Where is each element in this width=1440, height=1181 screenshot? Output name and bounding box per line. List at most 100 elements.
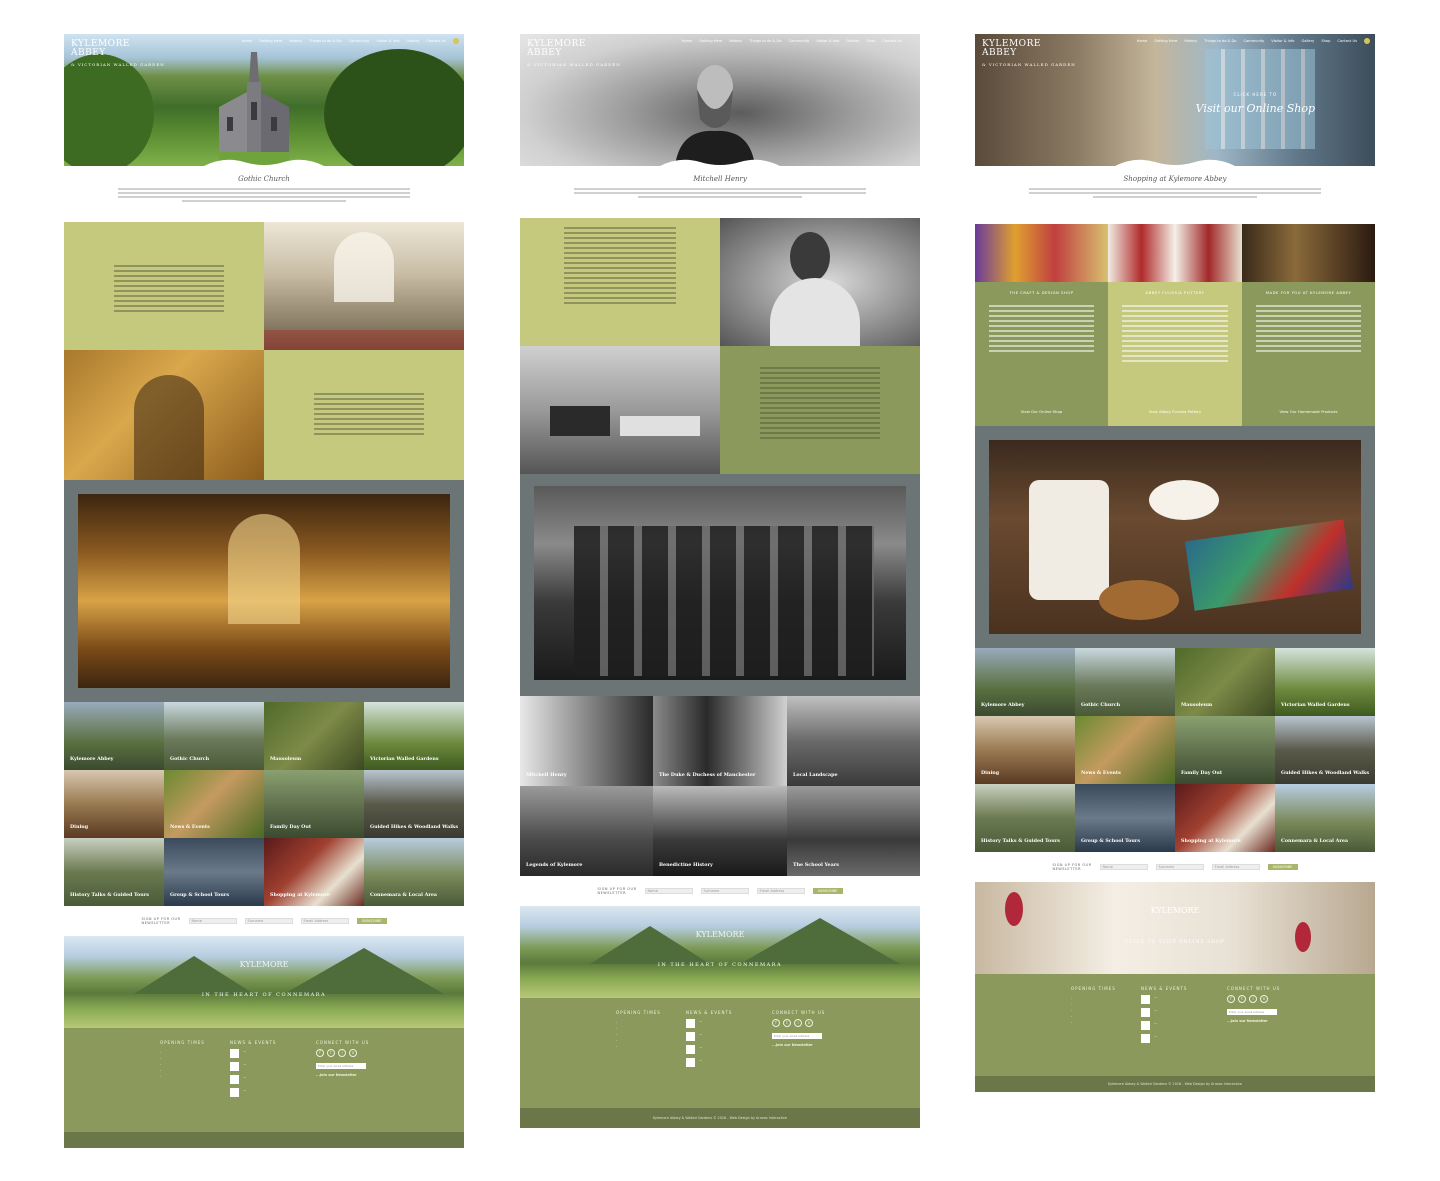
link-tile[interactable]: Dining	[975, 716, 1075, 784]
newsletter-email-input[interactable]: Email Address	[1211, 864, 1260, 870]
news-item[interactable]: —	[1141, 1008, 1221, 1017]
nav-item[interactable]: Community	[349, 39, 370, 43]
nav-item[interactable]: Things to do & Do	[1204, 39, 1236, 43]
nav-item[interactable]: Getting Here	[699, 39, 722, 43]
link-tile[interactable]: Family Day Out	[264, 770, 364, 838]
subscribe-button[interactable]: SUBSCRIBE	[356, 918, 387, 924]
link-tile[interactable]: Kylemore Abbey	[64, 702, 164, 770]
twitter-icon[interactable]: t	[1238, 995, 1246, 1003]
link-tile[interactable]: Mausoleum	[1175, 648, 1275, 716]
link-tile[interactable]: Legends of Kylemore	[520, 786, 653, 876]
nav-item[interactable]: Getting Here	[1154, 39, 1177, 43]
news-item[interactable]: —	[1141, 1034, 1221, 1043]
link-tile[interactable]: Mitchell Henry	[520, 696, 653, 786]
link-tile[interactable]: Kylemore Abbey	[975, 648, 1075, 716]
brand-logo[interactable]: KYLEMORE ABBEY & VICTORIAN WALLED GARDEN	[982, 40, 1076, 69]
link-tile[interactable]: Local Landscape	[787, 696, 920, 786]
link-tile[interactable]: Benedictine History	[653, 786, 787, 876]
link-tile[interactable]: The Duke & Duchess of Manchester	[653, 696, 787, 786]
newsletter-email-input[interactable]: Email Address	[756, 888, 805, 894]
link-tile[interactable]: Mausoleum	[264, 702, 364, 770]
instagram-icon[interactable]: i	[1249, 995, 1257, 1003]
nav-item[interactable]: Home	[242, 39, 253, 43]
link-tile[interactable]: Shopping at Kylemore	[1175, 784, 1275, 852]
news-item[interactable]: —	[1141, 995, 1221, 1004]
link-tile[interactable]: The School Years	[787, 786, 920, 876]
news-item[interactable]: —	[230, 1075, 310, 1084]
brand-logo[interactable]: KYLEMORE ABBEY & VICTORIAN WALLED GARDEN	[527, 40, 621, 69]
newsletter-email-input[interactable]: Email Address	[300, 918, 349, 924]
join-newsletter-link[interactable]: ...Join our Newsletter	[772, 1042, 842, 1048]
news-item[interactable]: —	[686, 1058, 766, 1067]
link-tile[interactable]: Gothic Church	[164, 702, 264, 770]
nav-item[interactable]: Things to do & Do	[309, 39, 341, 43]
news-item[interactable]: —	[1141, 1021, 1221, 1030]
shop-card-link[interactable]: View Abbey Fuchsia Pottery	[1108, 409, 1242, 414]
facebook-icon[interactable]: f	[772, 1019, 780, 1027]
link-tile[interactable]: Dining	[64, 770, 164, 838]
twitter-icon[interactable]: t	[327, 1049, 335, 1057]
nav-item[interactable]: Gallery	[1302, 39, 1315, 43]
link-tile[interactable]: Connemara & Local Area	[364, 838, 464, 906]
shop-card-link[interactable]: View Our Online Shop	[975, 409, 1108, 414]
link-tile[interactable]: Group & School Tours	[1075, 784, 1175, 852]
link-tile[interactable]: News & Events	[1075, 716, 1175, 784]
news-item[interactable]: —	[686, 1019, 766, 1028]
nav-item[interactable]: Visitor & Info	[816, 39, 839, 43]
newsletter-surname-input[interactable]: Surname	[244, 918, 293, 924]
link-tile[interactable]: Shopping at Kylemore	[264, 838, 364, 906]
join-newsletter-link[interactable]: ...Join our Newsletter	[1227, 1018, 1297, 1024]
nav-item[interactable]: Community	[1243, 39, 1264, 43]
link-tile[interactable]: Victorian Walled Gardens	[1275, 648, 1375, 716]
news-item[interactable]: —	[230, 1088, 310, 1097]
link-tile[interactable]: Family Day Out	[1175, 716, 1275, 784]
link-tile[interactable]: Connemara & Local Area	[1275, 784, 1375, 852]
footer-email-input[interactable]: Enter your email address	[316, 1063, 366, 1069]
nav-item[interactable]: Contact Us	[882, 39, 902, 43]
nav-item[interactable]: Getting Here	[259, 39, 282, 43]
nav-item[interactable]: Visitor & Info	[1271, 39, 1294, 43]
instagram-icon[interactable]: i	[794, 1019, 802, 1027]
news-item[interactable]: —	[686, 1045, 766, 1054]
link-tile[interactable]: Gothic Church	[1075, 648, 1175, 716]
online-shop-cta[interactable]: CLICK HERE TO Visit our Online Shop	[1196, 92, 1315, 116]
link-tile[interactable]: History Talks & Guided Tours	[975, 784, 1075, 852]
nav-item[interactable]: Shop	[1321, 39, 1330, 43]
nav-item[interactable]: Gallery	[407, 39, 420, 43]
twitter-icon[interactable]: t	[783, 1019, 791, 1027]
nav-item[interactable]: History	[289, 39, 302, 43]
online-shop-banner[interactable]: KYLEMORE CLICK TO VISIT ONLINE SHOP	[975, 882, 1375, 974]
newsletter-name-input[interactable]: Name	[1099, 864, 1148, 870]
nav-item[interactable]: History	[729, 39, 742, 43]
nav-item[interactable]: Things to do & Do	[749, 39, 781, 43]
link-tile[interactable]: Guided Hikes & Woodland Walks	[1275, 716, 1375, 784]
tripadvisor-icon[interactable]: o	[805, 1019, 813, 1027]
nav-item[interactable]: Home	[682, 39, 693, 43]
link-tile[interactable]: Victorian Walled Gardens	[364, 702, 464, 770]
tripadvisor-icon[interactable]: o	[1260, 995, 1268, 1003]
instagram-icon[interactable]: i	[338, 1049, 346, 1057]
newsletter-surname-input[interactable]: Surname	[1155, 864, 1204, 870]
nav-item[interactable]: Home	[1137, 39, 1148, 43]
link-tile[interactable]: Guided Hikes & Woodland Walks	[364, 770, 464, 838]
facebook-icon[interactable]: f	[316, 1049, 324, 1057]
news-item[interactable]: —	[686, 1032, 766, 1041]
facebook-icon[interactable]: f	[1227, 995, 1235, 1003]
brand-logo[interactable]: KYLEMORE ABBEY & VICTORIAN WALLED GARDEN	[71, 40, 165, 69]
news-item[interactable]: —	[230, 1062, 310, 1071]
language-icon[interactable]	[1364, 38, 1370, 44]
nav-item[interactable]: Shop	[866, 39, 875, 43]
link-tile[interactable]: News & Events	[164, 770, 264, 838]
link-tile[interactable]: History Talks & Guided Tours	[64, 838, 164, 906]
nav-item[interactable]: Community	[788, 39, 809, 43]
nav-item[interactable]: Contact Us	[426, 39, 446, 43]
tripadvisor-icon[interactable]: o	[349, 1049, 357, 1057]
join-newsletter-link[interactable]: ...Join our Newsletter	[316, 1072, 386, 1078]
subscribe-button[interactable]: SUBSCRIBE	[812, 888, 843, 894]
newsletter-name-input[interactable]: Name	[188, 918, 237, 924]
shop-card-link[interactable]: View Our Homemade Products	[1242, 409, 1375, 414]
link-tile[interactable]: Group & School Tours	[164, 838, 264, 906]
footer-email-input[interactable]: Enter your email address	[1227, 1009, 1277, 1015]
footer-email-input[interactable]: Enter your email address	[772, 1033, 822, 1039]
subscribe-button[interactable]: SUBSCRIBE	[1267, 864, 1298, 870]
